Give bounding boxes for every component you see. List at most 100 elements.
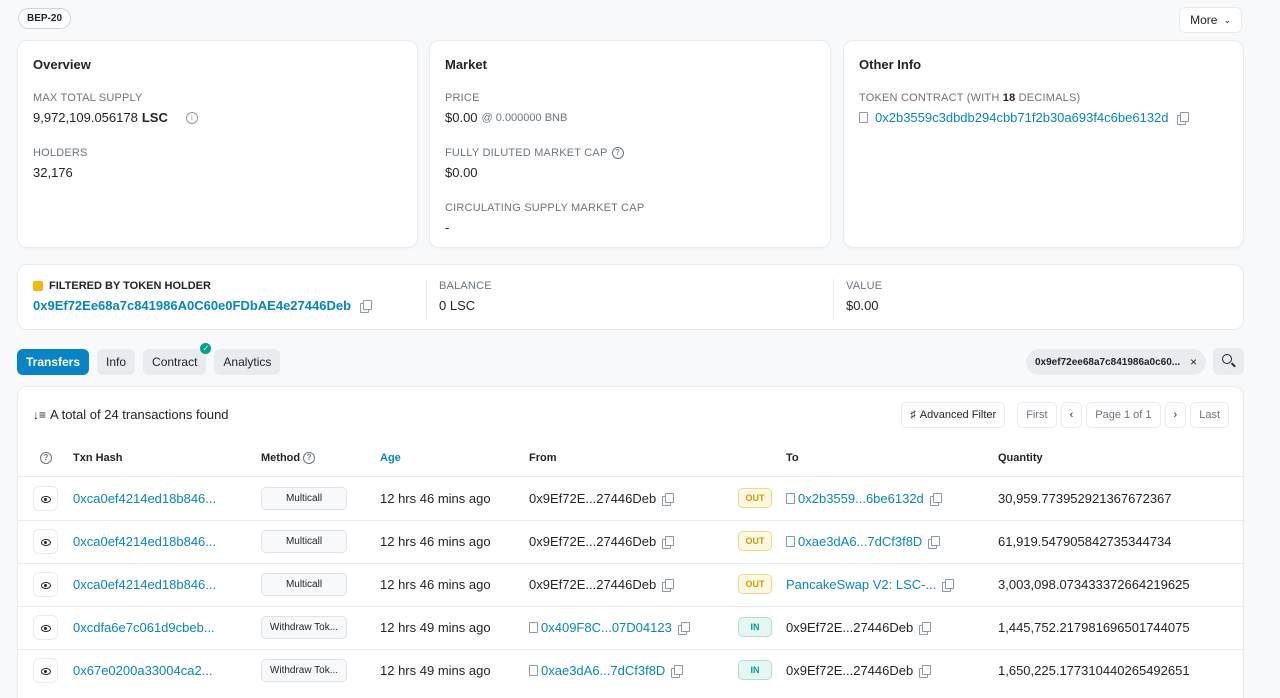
header-to: To (786, 452, 799, 464)
txn-hash-link[interactable]: 0x67e0200a33004ca2... (73, 663, 213, 678)
header-txn-hash: Txn Hash (73, 452, 123, 464)
from-address[interactable]: 0x409F8C...07D04123 (541, 620, 672, 635)
holders-label: HOLDERS (33, 147, 88, 159)
last-page-button[interactable]: Last (1190, 402, 1229, 428)
tab-info[interactable]: Info (97, 349, 136, 375)
table-row: 0xca0ef4214ed18b846... Multicall 12 hrs 46… (18, 563, 1245, 606)
method-badge: Multicall (261, 487, 347, 510)
help-icon[interactable]: ? (611, 147, 624, 159)
search-icon (1222, 354, 1232, 364)
direction-badge: IN (738, 617, 772, 637)
method-badge: Multicall (261, 573, 347, 596)
market-title: Market (445, 57, 487, 72)
copy-icon[interactable] (662, 535, 675, 549)
holder-address-link[interactable]: 0x9Ef72Ee68a7c841986A0C60e0FDbAE4e27446D… (33, 298, 351, 313)
direction-badge: OUT (738, 574, 772, 594)
view-details-button[interactable] (33, 658, 58, 683)
transfers-table-card: ↓≡ A total of 24 transactions found ♯ Ad… (17, 386, 1245, 698)
market-card: Market PRICE $0.00 @ 0.000000 BNB FULLY … (429, 40, 831, 248)
price-value: $0.00 (445, 110, 478, 125)
more-button[interactable]: More ⌄ (1179, 7, 1242, 33)
from-address: 0x9Ef72E...27446Deb (529, 491, 657, 506)
copy-icon[interactable] (360, 299, 373, 313)
advanced-filter-button[interactable]: ♯ Advanced Filter (901, 402, 1006, 428)
eye-icon (41, 625, 51, 632)
table-row: 0x67e0200a33004ca2... Withdraw Tok... 12 h… (18, 649, 1245, 692)
header-age[interactable]: Age (380, 452, 401, 464)
holders-value: 32,176 (33, 165, 73, 180)
to-address[interactable]: 0xae3dA6...7dCf3f8D (798, 534, 922, 549)
help-icon[interactable]: ? (40, 452, 52, 465)
info-icon[interactable]: i (185, 111, 198, 124)
view-details-button[interactable] (33, 486, 58, 511)
view-details-button[interactable] (33, 572, 58, 597)
direction-badge: OUT (738, 488, 772, 508)
search-button[interactable] (1213, 348, 1244, 375)
value-label: VALUE (846, 280, 883, 292)
csmc-value: - (445, 220, 450, 235)
quantity-value: 1,650,225.177310440265492651 (998, 663, 1190, 678)
table-row: 0xca0ef4214ed18b846... Multicall 12 hrs 46… (18, 520, 1245, 563)
filter-icon: ♯ (910, 409, 916, 421)
quantity-value: 1,445,752.217981696501744075 (998, 620, 1190, 635)
txn-hash-link[interactable]: 0xcdfa6e7c061d9cbeb... (73, 620, 215, 635)
from-address[interactable]: 0xae3dA6...7dCf3f8D (541, 663, 665, 678)
copy-icon[interactable] (671, 664, 684, 678)
prev-page-button[interactable]: ‹ (1060, 402, 1083, 428)
tab-transfers[interactable]: Transfers (17, 349, 90, 375)
view-details-button[interactable] (33, 615, 58, 640)
filter-title: FILTERED BY TOKEN HOLDER (49, 280, 211, 292)
table-row: 0xcdfa6e7c061d9cbeb... Withdraw Tok... 12 … (18, 606, 1245, 649)
clear-filter-icon[interactable]: × (1190, 355, 1197, 369)
copy-icon[interactable] (1176, 111, 1189, 125)
copy-icon[interactable] (919, 621, 932, 635)
quantity-value: 61,919.547905842735344734 (998, 534, 1172, 549)
help-icon[interactable]: ? (303, 452, 316, 464)
table-row: 0xca0ef4214ed18b846... Multicall 12 hrs 46… (18, 477, 1245, 520)
tab-analytics[interactable]: Analytics (214, 349, 281, 375)
to-address[interactable]: PancakeSwap V2: LSC-... (786, 577, 936, 592)
fdmc-value: $0.00 (445, 165, 478, 180)
tab-contract-label: Contract (152, 355, 198, 369)
chevron-down-icon: ⌄ (1223, 14, 1231, 25)
token-page: BEP-20 More ⌄ Overview MAX TOTAL SUPPLY … (17, 0, 1245, 698)
copy-icon[interactable] (928, 535, 941, 549)
bnb-icon (33, 281, 43, 291)
header-method-label: Method (261, 452, 301, 464)
copy-icon[interactable] (677, 621, 690, 635)
copy-icon[interactable] (662, 578, 675, 592)
contract-label-pre: TOKEN CONTRACT (WITH (859, 92, 1003, 104)
summary-cards: Overview MAX TOTAL SUPPLY 9,972,109.0561… (17, 40, 1244, 248)
age-text: 12 hrs 46 mins ago (380, 534, 491, 549)
eye-icon (41, 582, 51, 589)
copy-icon[interactable] (919, 664, 932, 678)
token-standard-badge: BEP-20 (18, 8, 72, 29)
token-holder-filter-card: FILTERED BY TOKEN HOLDER 0x9Ef72Ee68a7c8… (17, 264, 1244, 330)
eye-icon (41, 496, 51, 503)
eye-icon (41, 539, 51, 546)
contract-file-icon (859, 112, 868, 123)
top-bar: BEP-20 More ⌄ (17, 0, 1244, 38)
txn-hash-link[interactable]: 0xca0ef4214ed18b846... (73, 534, 216, 549)
tab-bar: Transfers Info Contract ✓ Analytics (17, 343, 281, 375)
first-page-button[interactable]: First (1017, 402, 1057, 428)
price-bnb: @ 0.000000 BNB (481, 111, 568, 124)
txn-hash-link[interactable]: 0xca0ef4214ed18b846... (73, 577, 216, 592)
direction-badge: OUT (738, 531, 772, 551)
tab-contract[interactable]: Contract ✓ (143, 343, 212, 375)
copy-icon[interactable] (942, 578, 955, 592)
txn-hash-link[interactable]: 0xca0ef4214ed18b846... (73, 491, 216, 506)
active-address-filter: 0x9ef72ee68a7c841986a0c60... × (1026, 349, 1206, 375)
transactions-summary: A total of 24 transactions found (50, 407, 229, 422)
sort-desc-icon[interactable]: ↓≡ (33, 408, 46, 422)
copy-icon[interactable] (929, 492, 942, 506)
view-details-button[interactable] (33, 529, 58, 554)
token-contract-link[interactable]: 0x2b3559c3dbdb294cbb71f2b30a693f4c6be613… (875, 110, 1169, 125)
direction-badge: IN (738, 660, 772, 680)
copy-icon[interactable] (662, 492, 675, 506)
overview-title: Overview (33, 57, 91, 72)
next-page-button[interactable]: › (1164, 402, 1187, 428)
to-address[interactable]: 0x2b3559...6be6132d (798, 491, 924, 506)
to-address: 0x9Ef72E...27446Deb (786, 620, 914, 635)
decimals-value: 18 (1002, 92, 1016, 104)
